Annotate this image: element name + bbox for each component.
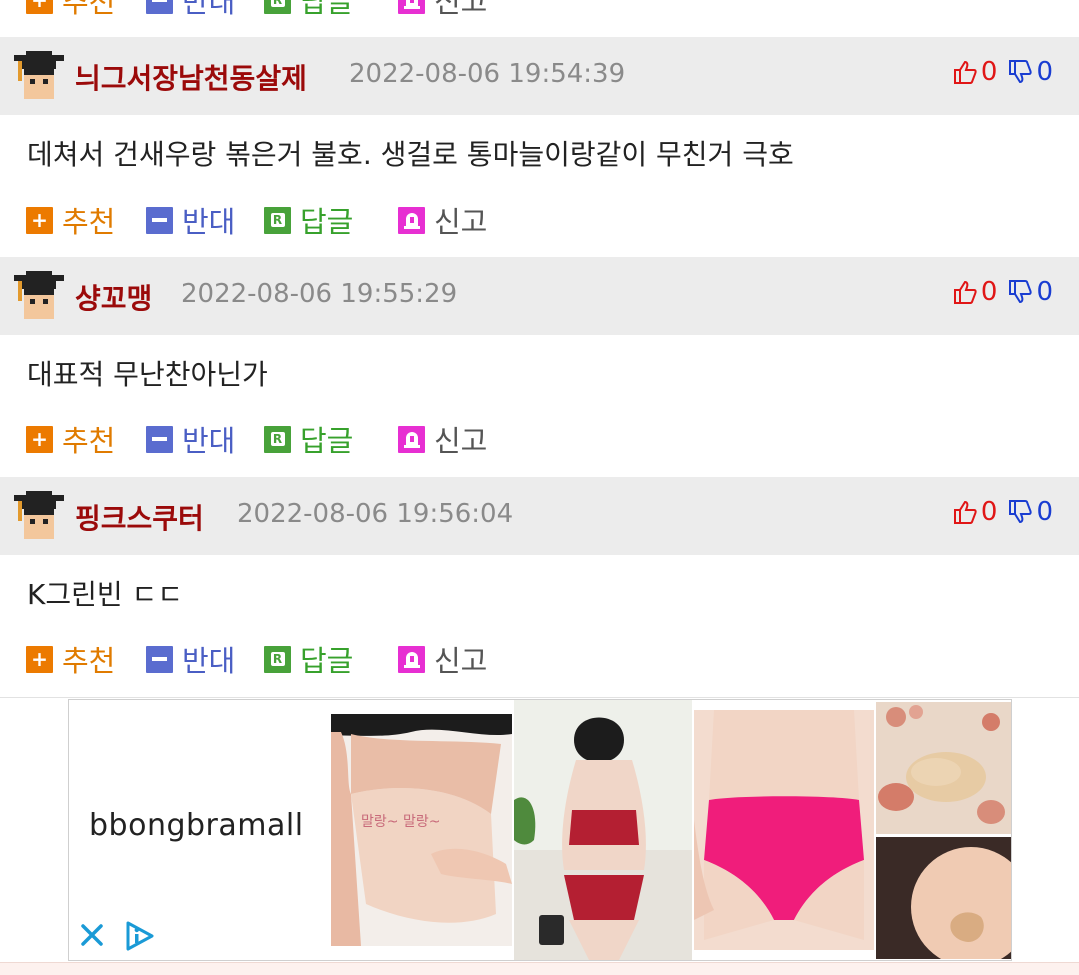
upvote-count: 0 [980,497,998,527]
comment-author[interactable]: 늬그서장남천동살제 [75,57,307,97]
thumbs-down-icon[interactable] [1007,279,1033,305]
avatar-graduate-icon [14,51,64,99]
minus-icon [146,645,173,673]
ad-product-image[interactable] [876,702,1011,834]
oppose-button[interactable]: 반대 [146,199,235,241]
oppose-button[interactable]: 반대 [146,418,235,460]
upvote-count: 0 [980,277,998,307]
thumbs-up-icon[interactable] [952,279,978,305]
reply-icon: R [264,0,291,14]
recommend-button[interactable]: + 추천 [26,199,115,241]
comment-timestamp: 2022-08-06 19:56:04 [237,499,514,529]
comment-author[interactable]: 샹꼬맹 [75,277,152,317]
comment-body: 대표적 무난찬아닌가 [27,358,268,391]
comment-body: 데쳐서 건새우랑 볶은거 불호. 생걸로 통마늘이랑같이 무친거 극호 [27,138,794,171]
recommend-button[interactable]: + 추천 [26,638,115,680]
recommend-button[interactable]: + 추천 [26,418,115,460]
thumbs-down-icon[interactable] [1007,59,1033,85]
comment-page: + 추천 반대 R 답글 신고 늬그서장남천동살제 2022-08-06 19:54… [0,0,1079,975]
ad-product-image[interactable] [514,700,692,960]
oppose-button[interactable]: 반대 [146,638,235,680]
ad-brand-name[interactable]: bbongbramall [89,808,304,843]
siren-icon [398,425,425,453]
bottom-bar [0,962,1079,975]
avatar-graduate-icon [14,491,64,539]
siren-icon [398,206,425,234]
comment-votes: 0 0 [952,57,1053,87]
minus-icon [146,0,173,14]
thumbs-down-icon[interactable] [1007,499,1033,525]
minus-icon [146,425,173,453]
comment-actions: + 추천 반대 R 답글 신고 [0,621,1079,697]
plus-icon: + [26,0,53,14]
reply-icon: R [264,206,291,234]
reply-button[interactable]: R 답글 [264,418,353,460]
comment-header: 샹꼬맹 2022-08-06 19:55:29 0 0 [0,257,1079,335]
reply-button[interactable]: R 답글 [264,638,353,680]
downvote-count: 0 [1036,57,1053,87]
ad-banner[interactable]: bbongbramall 말랑~ 말랑~ [68,699,1012,961]
plus-icon: + [26,206,53,234]
reply-button[interactable]: R 답글 [264,0,353,21]
siren-icon [398,0,425,14]
thumbs-up-icon[interactable] [952,59,978,85]
downvote-count: 0 [1036,497,1053,527]
comment-header: 늬그서장남천동살제 2022-08-06 19:54:39 0 0 [0,37,1079,115]
minus-icon [146,206,173,234]
oppose-button[interactable]: 반대 [146,0,235,21]
comment-timestamp: 2022-08-06 19:54:39 [349,59,626,89]
avatar-graduate-icon [14,271,64,319]
thumbs-up-icon[interactable] [952,499,978,525]
divider [0,697,1079,698]
comment-header: 핑크스쿠터 2022-08-06 19:56:04 0 0 [0,477,1079,555]
ad-product-image[interactable]: 말랑~ 말랑~ [331,714,512,946]
comment-body: K그린빈 ㄷㄷ [27,578,184,611]
ad-product-image[interactable] [694,710,874,950]
ad-product-image[interactable] [876,837,1011,959]
downvote-count: 0 [1036,277,1053,307]
report-button[interactable]: 신고 [398,199,487,241]
adchoices-icon[interactable] [123,920,157,952]
comment-votes: 0 0 [952,277,1053,307]
comment-actions-top: + 추천 반대 R 답글 신고 [0,0,1079,38]
close-icon[interactable] [77,920,107,950]
reply-icon: R [264,425,291,453]
comment-author[interactable]: 핑크스쿠터 [75,497,204,537]
upvote-count: 0 [980,57,998,87]
report-button[interactable]: 신고 [398,418,487,460]
report-button[interactable]: 신고 [398,638,487,680]
plus-icon: + [26,425,53,453]
comment-actions: + 추천 반대 R 답글 신고 [0,182,1079,258]
plus-icon: + [26,645,53,673]
siren-icon [398,645,425,673]
reply-button[interactable]: R 답글 [264,199,353,241]
report-button[interactable]: 신고 [398,0,487,21]
recommend-button[interactable]: + 추천 [26,0,115,21]
comment-timestamp: 2022-08-06 19:55:29 [181,279,458,309]
comment-actions: + 추천 반대 R 답글 신고 [0,401,1079,477]
reply-icon: R [264,645,291,673]
ad-product-caption: 말랑~ 말랑~ [361,814,440,830]
comment-votes: 0 0 [952,497,1053,527]
